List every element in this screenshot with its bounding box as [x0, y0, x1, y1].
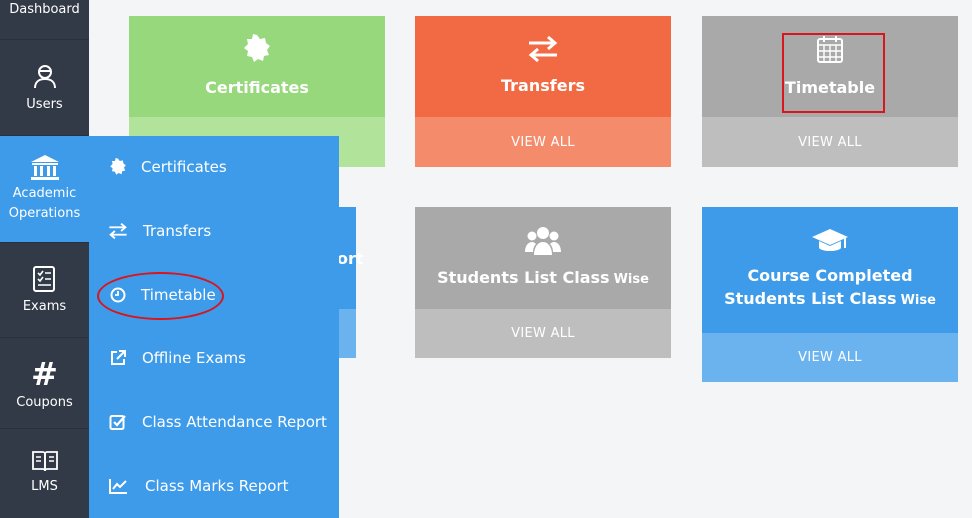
sidebar-item-users[interactable]: Users [0, 41, 89, 136]
card-title-line1: Course Completed [747, 266, 913, 285]
card-header: Timetable [702, 16, 958, 117]
submenu-item-label: Class Marks Report [145, 477, 289, 495]
calendar-icon [816, 34, 844, 68]
sidebar-item-label: LMS [31, 479, 58, 494]
submenu-item-class-attendance-report[interactable]: Class Attendance Report [89, 402, 339, 442]
sidebar-item-label: Users [26, 97, 63, 112]
card-title: Students List Class Wise [437, 266, 649, 291]
card-title-main: Students List Class [724, 289, 897, 308]
clock-icon [107, 287, 129, 303]
checkbox-icon [107, 413, 129, 431]
exams-icon [0, 243, 89, 293]
view-all-button[interactable]: VIEW ALL [415, 309, 671, 358]
submenu-item-label: Transfers [143, 222, 212, 240]
view-all-button[interactable]: VIEW ALL [702, 333, 958, 382]
transfer-icon [527, 35, 559, 66]
card-header: Course Completed Students List Class Wise [702, 207, 958, 333]
card-header: Students List Class Wise [415, 207, 671, 309]
card-title: Certificates [205, 78, 309, 97]
submenu-item-label: Offline Exams [142, 349, 246, 367]
sidebar-item-label: Exams [22, 299, 67, 314]
book-icon [0, 429, 89, 473]
certificate-icon [107, 158, 129, 176]
sidebar-item-lms[interactable]: LMS [0, 429, 89, 518]
sidebar-item-academic-operations[interactable]: Academic Operations [0, 136, 89, 243]
card-title: Transfers [501, 76, 585, 95]
card-header: Transfers [415, 16, 671, 117]
card-students-list[interactable]: Students List Class Wise VIEW ALL [415, 207, 671, 358]
view-all-button[interactable]: VIEW ALL [415, 117, 671, 167]
sidebar-item-label: Dashboard [9, 2, 80, 17]
sidebar-item-label-line1: Academic [12, 186, 77, 201]
submenu-item-label: Class Attendance Report [142, 413, 327, 431]
sidebar-item-coupons[interactable]: # Coupons [0, 338, 89, 429]
card-timetable[interactable]: Timetable VIEW ALL [702, 16, 958, 167]
bank-icon [0, 136, 89, 182]
sidebar-item-label: Coupons [16, 395, 73, 410]
hash-icon: # [31, 355, 58, 393]
certificate-icon [242, 34, 272, 68]
submenu-item-label: Timetable [141, 286, 216, 304]
card-title-suffix: Wise [900, 293, 936, 308]
card-title-main: Students List Class [437, 267, 610, 287]
view-all-button[interactable]: VIEW ALL [702, 117, 958, 167]
submenu-item-label: Certificates [141, 158, 227, 176]
card-course-completed[interactable]: Course Completed Students List Class Wise… [702, 207, 958, 382]
submenu-item-timetable[interactable]: Timetable [89, 275, 339, 315]
graduation-cap-icon [811, 228, 849, 258]
card-title-suffix: Wise [613, 271, 649, 287]
submenu-item-offline-exams[interactable]: Offline Exams [89, 338, 339, 378]
submenu-item-transfers[interactable]: Transfers [89, 211, 339, 251]
sidebar-item-dashboard[interactable]: Dashboard [0, 0, 89, 40]
users-icon [0, 41, 89, 89]
submenu-item-class-marks-report[interactable]: Class Marks Report [89, 466, 339, 506]
users-group-icon [525, 226, 561, 260]
submenu-item-certificates[interactable]: Certificates [89, 147, 339, 187]
card-title: Timetable [784, 78, 876, 97]
card-transfers[interactable]: Transfers VIEW ALL [415, 16, 671, 167]
sidebar-item-exams[interactable]: Exams [0, 243, 89, 338]
card-title-line2: Students List Class Wise [724, 287, 936, 312]
line-chart-icon [107, 477, 129, 495]
external-link-icon [107, 349, 129, 367]
card-header: Certificates [129, 16, 385, 117]
transfer-icon [107, 223, 129, 239]
sidebar-item-label-line2: Operations [8, 206, 81, 221]
academic-operations-submenu: Certificates Transfers Timetable Offline… [89, 136, 339, 518]
left-sidebar: Dashboard Users Academic Operations Exam… [0, 0, 89, 518]
